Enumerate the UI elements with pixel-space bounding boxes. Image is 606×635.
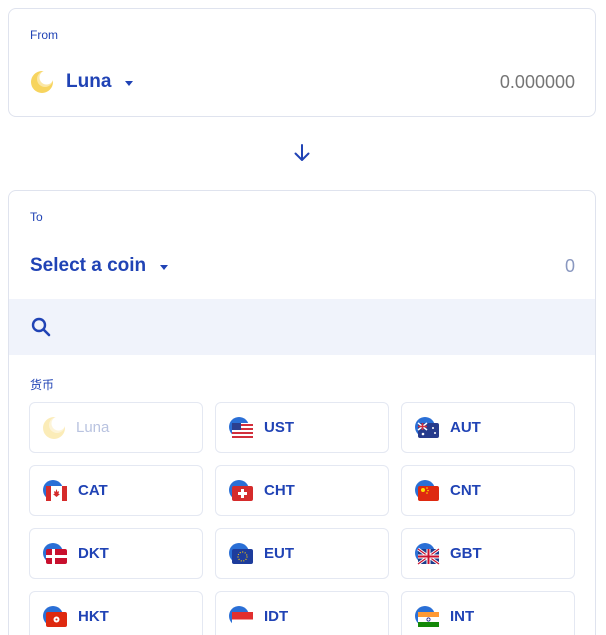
coin-tile-luna[interactable]: Luna <box>29 402 203 453</box>
coin-tile-gbt[interactable]: GBT <box>401 528 575 579</box>
flag-eu-icon <box>229 542 253 564</box>
coin-label: CAT <box>78 482 108 499</box>
from-coin-name: Luna <box>66 71 112 92</box>
flag-id-icon <box>229 605 253 627</box>
coin-tile-cht[interactable]: CHT <box>215 465 389 516</box>
luna-icon <box>43 416 66 439</box>
search-icon <box>31 317 51 337</box>
coin-grid: Luna UST AUT CAT CHT CNT DKT EUT GBT HKT… <box>29 402 577 635</box>
coin-tile-hkt[interactable]: HKT <box>29 591 203 635</box>
coin-label: UST <box>264 419 294 436</box>
coin-tile-eut[interactable]: EUT <box>215 528 389 579</box>
coin-label: CHT <box>264 482 295 499</box>
coin-tile-cat[interactable]: CAT <box>29 465 203 516</box>
coin-tile-int[interactable]: INT <box>401 591 575 635</box>
from-card: From Luna <box>8 8 596 117</box>
coin-label: GBT <box>450 545 482 562</box>
coin-tile-aut[interactable]: AUT <box>401 402 575 453</box>
to-amount: 0 <box>564 256 575 276</box>
to-coin-name: Select a coin <box>30 255 147 276</box>
from-label: From <box>30 28 58 42</box>
flag-us-icon <box>229 416 253 438</box>
flag-hk-icon <box>43 605 67 627</box>
to-label: To <box>30 210 43 224</box>
coin-tile-dkt[interactable]: DKT <box>29 528 203 579</box>
flag-dk-icon <box>43 542 67 564</box>
chevron-down-icon <box>160 264 169 270</box>
search-bar[interactable] <box>9 299 595 355</box>
from-coin-selector[interactable]: Luna <box>30 70 134 94</box>
flag-cn-icon <box>415 479 439 501</box>
coin-label: DKT <box>78 545 109 562</box>
luna-icon <box>30 70 54 94</box>
flag-gb-icon <box>415 542 440 565</box>
coin-label: EUT <box>264 545 294 562</box>
flag-in-icon <box>415 605 439 627</box>
coin-label: AUT <box>450 419 481 436</box>
arrow-down-icon[interactable] <box>292 143 312 163</box>
currency-section-label: 货币 <box>30 378 55 392</box>
coin-tile-idt[interactable]: IDT <box>215 591 389 635</box>
coin-label: HKT <box>78 608 109 625</box>
from-amount-input[interactable] <box>375 72 575 93</box>
coin-label: Luna <box>76 419 110 436</box>
chevron-down-icon <box>125 80 134 86</box>
coin-label: INT <box>450 608 475 625</box>
flag-ca-icon <box>43 479 67 501</box>
coin-tile-cnt[interactable]: CNT <box>401 465 575 516</box>
to-card: To Select a coin 0 货币 Luna UST AUT CAT C… <box>8 190 596 635</box>
flag-ch-icon <box>229 479 253 501</box>
coin-tile-ust[interactable]: UST <box>215 402 389 453</box>
coin-label: CNT <box>450 482 481 499</box>
to-coin-selector[interactable]: Select a coin <box>30 255 169 277</box>
flag-au-icon <box>415 416 439 438</box>
search-input[interactable] <box>61 318 595 336</box>
coin-label: IDT <box>264 608 289 625</box>
